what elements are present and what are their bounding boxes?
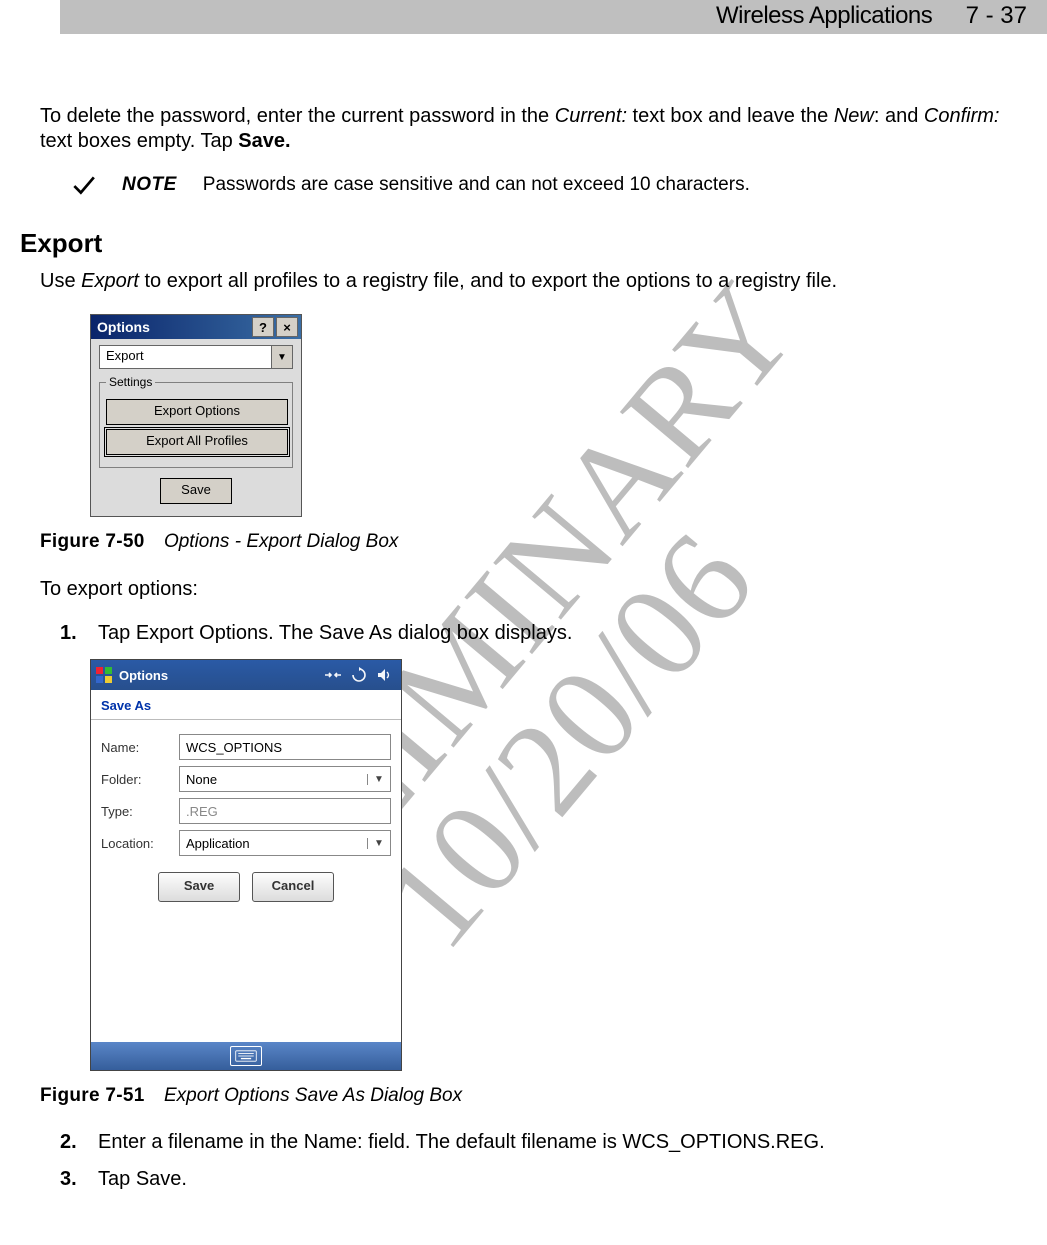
page-header: Wireless Applications 7 - 37 <box>716 0 1027 30</box>
dialog-title: Options <box>97 319 150 335</box>
options-export-dialog: Options ? × Export ▼ Settings Export Opt… <box>90 314 302 517</box>
folder-label: Folder: <box>101 772 171 787</box>
note-block: NOTE Passwords are case sensitive and ca… <box>70 174 1007 198</box>
location-select[interactable]: Application ▼ <box>179 830 391 856</box>
chevron-down-icon: ▼ <box>271 346 292 368</box>
sync-icon[interactable] <box>349 667 369 683</box>
settings-group: Settings Export Options Export All Profi… <box>99 375 293 468</box>
chevron-down-icon: ▼ <box>367 774 390 785</box>
figure-7-50-caption: Figure 7-50 Options - Export Dialog Box <box>40 531 1007 553</box>
export-all-profiles-button[interactable]: Export All Profiles <box>106 429 288 455</box>
type-label: Type: <box>101 804 171 819</box>
export-options-button[interactable]: Export Options <box>106 399 288 425</box>
saveas-topbar: Options <box>91 660 401 690</box>
check-icon <box>70 172 96 198</box>
chevron-down-icon: ▼ <box>367 838 390 849</box>
export-heading: Export <box>20 228 1027 259</box>
saveas-topbar-title: Options <box>119 668 317 683</box>
saveas-save-button[interactable]: Save <box>158 872 240 902</box>
name-label: Name: <box>101 740 171 755</box>
step-1: 1. Tap Export Options. The Save As dialo… <box>60 622 1007 645</box>
saveas-bottombar <box>91 1042 401 1070</box>
intro-paragraph: To delete the password, enter the curren… <box>40 104 1007 154</box>
location-label: Location: <box>101 836 171 851</box>
dialog-titlebar: Options ? × <box>91 315 301 339</box>
saveas-subtitle: Save As <box>91 690 401 720</box>
connectivity-icon[interactable] <box>323 667 343 683</box>
note-text: Passwords are case sensitive and can not… <box>203 174 750 196</box>
save-as-dialog: Options Save As Name: WCS_OPT <box>90 659 402 1071</box>
category-combobox[interactable]: Export ▼ <box>99 345 293 369</box>
help-button[interactable]: ? <box>252 317 274 337</box>
save-button[interactable]: Save <box>160 478 232 504</box>
windows-flag-icon <box>95 666 113 684</box>
name-field[interactable]: WCS_OPTIONS <box>179 734 391 760</box>
figure-7-51-caption: Figure 7-51 Export Options Save As Dialo… <box>40 1085 1007 1107</box>
volume-icon[interactable] <box>375 667 395 683</box>
to-export-text: To export options: <box>40 577 1007 602</box>
step-3: 3. Tap Save. <box>60 1168 1007 1191</box>
page-header-number: 7 - 37 <box>966 2 1027 29</box>
keyboard-icon[interactable] <box>230 1046 262 1066</box>
type-field: .REG <box>179 798 391 824</box>
note-label: NOTE <box>122 174 177 196</box>
page-header-title: Wireless Applications <box>716 2 932 29</box>
saveas-cancel-button[interactable]: Cancel <box>252 872 334 902</box>
export-paragraph: Use Export to export all profiles to a r… <box>40 269 1007 294</box>
folder-select[interactable]: None ▼ <box>179 766 391 792</box>
settings-legend: Settings <box>106 375 155 389</box>
combobox-value: Export <box>100 346 271 368</box>
step-2: 2. Enter a filename in the Name: field. … <box>60 1131 1007 1154</box>
close-button[interactable]: × <box>276 317 298 337</box>
